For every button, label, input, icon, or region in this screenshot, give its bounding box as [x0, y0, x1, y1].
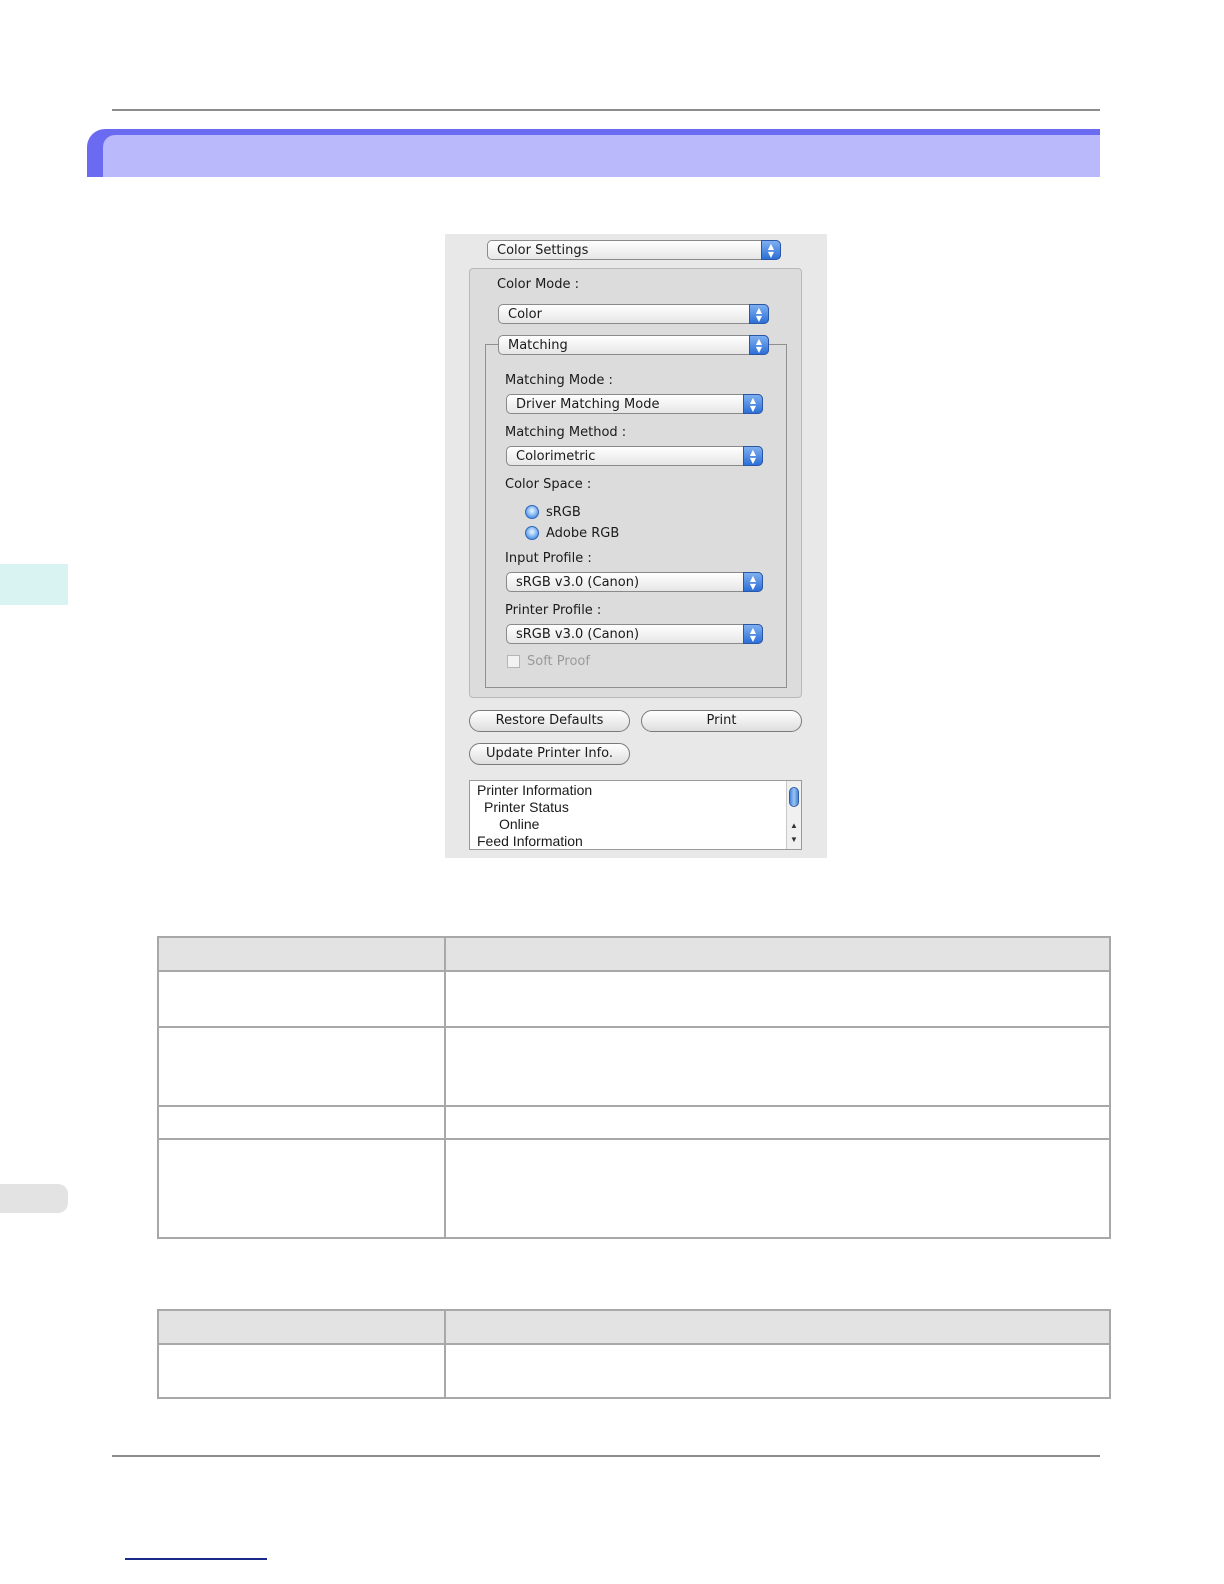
color-settings-panel: Color Settings ▲ ▼ Color Mode : Color ▲ ▼ … [445, 234, 827, 858]
restore-defaults-button[interactable]: Restore Defaults [469, 710, 630, 732]
matching-mode-popup[interactable]: Driver Matching Mode ▲ ▼ [506, 394, 763, 414]
matching-method-value: Colorimetric [516, 449, 596, 464]
input-profile-popup[interactable]: sRGB v3.0 (Canon) ▲ ▼ [506, 572, 763, 592]
soft-proof-label: Soft Proof [527, 654, 590, 669]
chapter-tab [0, 564, 68, 605]
table-row [159, 970, 1109, 1026]
color-space-label: Color Space : [505, 477, 592, 492]
section-popup-value: Color Settings [497, 243, 589, 258]
matching-mode-value: Driver Matching Mode [516, 397, 660, 412]
popup-arrows-icon: ▲ ▼ [749, 304, 769, 324]
section-banner-fill [103, 135, 1100, 177]
printer-info-list[interactable]: Printer Information Printer Status Onlin… [469, 780, 802, 850]
table-header-row [159, 938, 1109, 970]
scroll-up-arrow-icon[interactable]: ▲ [787, 819, 801, 833]
popup-arrows-icon: ▲ ▼ [743, 572, 763, 592]
color-mode-popup[interactable]: Color ▲ ▼ [498, 304, 769, 324]
adobe-rgb-radio-label: Adobe RGB [546, 526, 620, 541]
matching-method-label: Matching Method : [505, 425, 627, 440]
popup-arrows-icon: ▲ ▼ [749, 335, 769, 355]
printer-profile-value: sRGB v3.0 (Canon) [516, 627, 640, 642]
color-mode-label: Color Mode : [497, 277, 580, 292]
header-rule [112, 109, 1100, 111]
settings-table [157, 936, 1111, 1239]
color-mode-value: Color [508, 307, 542, 322]
printer-profile-label: Printer Profile : [505, 603, 602, 618]
soft-proof-checkbox[interactable] [507, 655, 520, 668]
matching-mode-label: Matching Mode : [505, 373, 613, 388]
matching-group-popup[interactable]: Matching ▲ ▼ [498, 335, 769, 355]
popup-arrows-icon: ▲ ▼ [743, 394, 763, 414]
list-scrollbar[interactable]: ▲ ▼ [786, 781, 801, 849]
scrollbar-thumb[interactable] [789, 787, 799, 807]
print-button[interactable]: Print [641, 710, 802, 732]
scroll-down-arrow-icon[interactable]: ▼ [787, 833, 801, 847]
input-profile-label: Input Profile : [505, 551, 592, 566]
table-column-divider [444, 1311, 446, 1397]
srgb-radio-label: sRGB [546, 505, 581, 520]
matching-group-value: Matching [508, 338, 568, 353]
settings-table-secondary [157, 1309, 1111, 1399]
table-row [159, 1105, 1109, 1138]
adobe-rgb-radio[interactable] [525, 526, 539, 540]
matching-method-popup[interactable]: Colorimetric ▲ ▼ [506, 446, 763, 466]
table-row [159, 1343, 1109, 1397]
list-item: Feed Information [477, 833, 583, 849]
printer-profile-popup[interactable]: sRGB v3.0 (Canon) ▲ ▼ [506, 624, 763, 644]
footer-link-underline[interactable] [125, 1558, 267, 1560]
popup-arrows-icon: ▲ ▼ [743, 624, 763, 644]
table-header-row [159, 1311, 1109, 1343]
update-printer-info-button[interactable]: Update Printer Info. [469, 743, 630, 765]
table-column-divider [444, 938, 446, 1237]
list-item: Online [499, 816, 540, 832]
section-popup[interactable]: Color Settings ▲ ▼ [487, 240, 781, 260]
popup-arrows-icon: ▲ ▼ [761, 240, 781, 260]
input-profile-value: sRGB v3.0 (Canon) [516, 575, 640, 590]
list-item: Printer Status [484, 799, 569, 815]
table-row [159, 1026, 1109, 1105]
popup-arrows-icon: ▲ ▼ [743, 446, 763, 466]
srgb-radio[interactable] [525, 505, 539, 519]
chapter-tab-secondary [0, 1184, 68, 1213]
list-item: Printer Information [477, 782, 593, 798]
footer-rule [112, 1455, 1100, 1457]
section-banner [87, 129, 1100, 177]
table-row [159, 1138, 1109, 1237]
